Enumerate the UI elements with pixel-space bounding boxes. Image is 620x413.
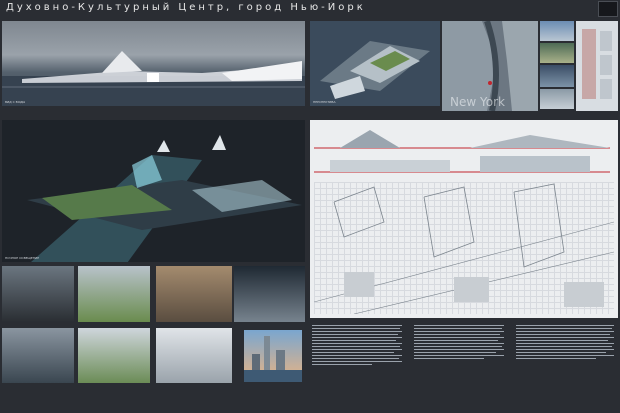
render-interior-4	[234, 266, 305, 322]
render-interior-3	[156, 266, 232, 322]
thumb-photo-2	[540, 43, 574, 63]
render-interior-6	[78, 328, 150, 383]
site-map-panel: New York	[442, 21, 538, 111]
render-interior-2	[78, 266, 150, 322]
description-text-3	[516, 325, 616, 405]
render-skyline	[244, 330, 302, 382]
render-interior-7	[156, 328, 232, 383]
thumb-photo-3	[540, 65, 574, 87]
plans-lines	[313, 183, 615, 315]
drawings-sheet	[310, 120, 618, 318]
location-plan-image	[582, 29, 612, 99]
render-interior-1	[2, 266, 74, 322]
caption-main-view: ВИД С ВОДЫ	[5, 100, 26, 104]
render-interior-5	[2, 328, 74, 383]
perspective-panel: ПЕРСПЕКТИВА	[310, 21, 440, 106]
plans-drawing	[313, 182, 615, 315]
thumb-photo-4	[540, 89, 574, 109]
night-render-panel: НОЧНОЕ ОСВЕЩЕНИЕ	[2, 120, 305, 262]
perspective-image	[320, 41, 430, 99]
caption-perspective: ПЕРСПЕКТИВА	[313, 100, 336, 104]
sections-drawing	[314, 130, 610, 173]
logo-mark	[598, 1, 618, 17]
description-text-2	[414, 325, 506, 405]
caption-night-view: НОЧНОЕ ОСВЕЩЕНИЕ	[5, 256, 40, 260]
main-render-panel: ВИД С ВОДЫ	[2, 21, 305, 106]
map-overlay-text: New York	[450, 95, 505, 109]
location-plan-panel	[576, 21, 618, 111]
main-render-image	[2, 51, 305, 106]
skyline-image	[244, 336, 302, 382]
night-render-image	[27, 135, 302, 262]
poster-title: Духовно-Культурный Центр, город Нью-Йорк	[6, 2, 366, 13]
description-text-1	[312, 325, 404, 405]
thumb-photo-1	[540, 21, 574, 41]
